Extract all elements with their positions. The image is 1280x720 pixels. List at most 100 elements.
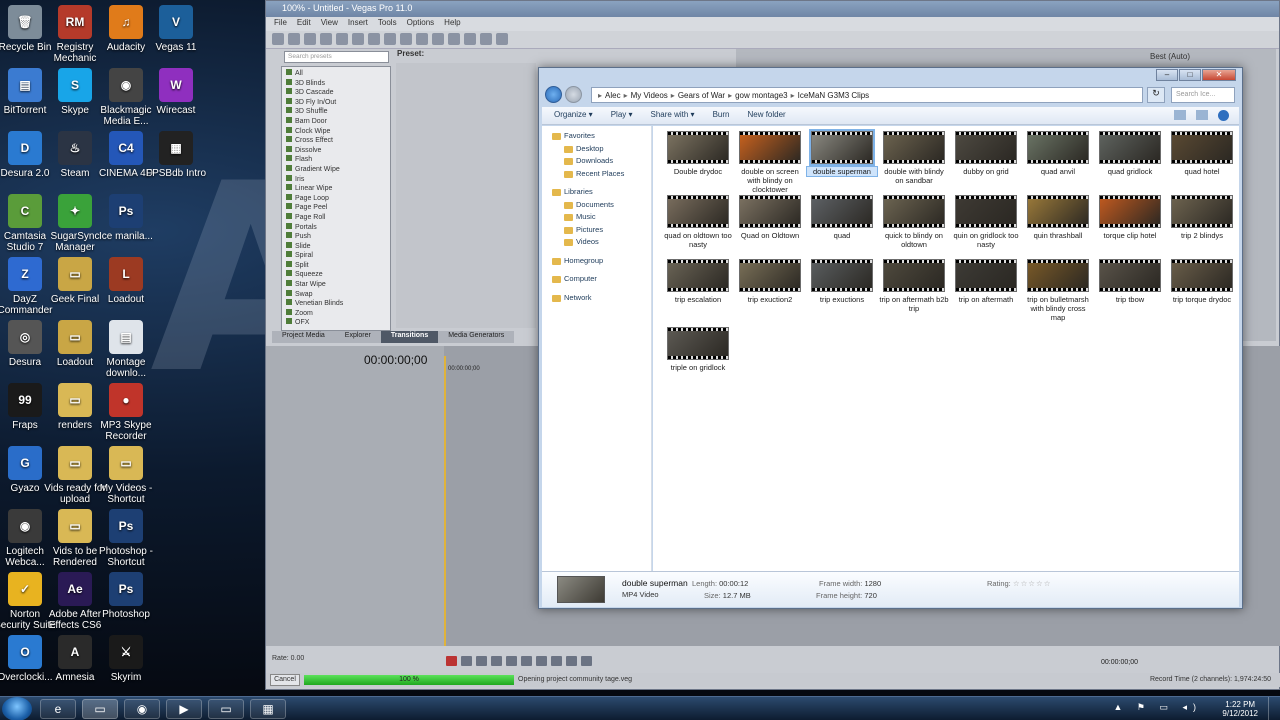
nav-item-favorites[interactable]: Favorites	[542, 130, 651, 143]
desktop-icon[interactable]: Ps Photoshop	[95, 572, 157, 620]
taskbar-media-player-icon[interactable]: ▶	[166, 699, 202, 719]
transition-item[interactable]: Linear Wipe	[286, 184, 386, 194]
zoom-tool-icon[interactable]	[480, 33, 492, 45]
transitions-tree[interactable]: All 3D Blinds 3D Cascade 3D Fly In/Out 3D Sh…	[281, 66, 391, 331]
help-icon[interactable]	[496, 33, 508, 45]
menu-item-tools[interactable]: Tools	[378, 18, 397, 30]
video-file-item[interactable]: torque clip hotel	[1095, 195, 1165, 240]
snap-icon[interactable]	[432, 33, 444, 45]
render-icon[interactable]	[320, 33, 332, 45]
tab-explorer[interactable]: Explorer	[334, 331, 381, 343]
menu-item-view[interactable]: View	[321, 18, 338, 30]
show-desktop-button[interactable]	[1268, 697, 1280, 720]
transition-item[interactable]: Venetian Blinds	[286, 299, 386, 309]
forward-button[interactable]	[565, 86, 582, 103]
clock[interactable]: 1:22 PM 9/12/2012	[1222, 700, 1258, 718]
transition-item[interactable]: OFX	[286, 318, 386, 328]
go-to-start-icon[interactable]	[536, 656, 547, 666]
video-file-item[interactable]: quad gridlock	[1095, 131, 1165, 176]
nav-item-videos[interactable]: Videos	[542, 236, 651, 249]
go-to-end-icon[interactable]	[551, 656, 562, 666]
desktop-icon[interactable]: ⚔ Skyrim	[95, 635, 157, 683]
taskbar-vegas-icon[interactable]: ◉	[124, 699, 160, 719]
transition-item[interactable]: Iris	[286, 174, 386, 185]
undo-icon[interactable]	[400, 33, 412, 45]
desktop-icon[interactable]: L Loadout	[95, 257, 157, 305]
video-file-item[interactable]: quad	[807, 195, 877, 240]
tab-transitions[interactable]: Transitions	[380, 331, 439, 343]
taskbar-explorer-icon[interactable]: ▭	[82, 699, 118, 719]
preview-quality-select[interactable]: Best (Auto)	[1150, 52, 1190, 61]
breadcrumb-item[interactable]: gow montage3	[735, 91, 787, 100]
desktop-icon[interactable]: Ps Ice manila...	[95, 194, 157, 242]
nav-item-pictures[interactable]: Pictures	[542, 224, 651, 237]
loop-icon[interactable]	[461, 656, 472, 666]
menu-item-insert[interactable]: Insert	[348, 18, 368, 30]
transition-item[interactable]: Barn Door	[286, 116, 386, 127]
transition-item[interactable]: 3D Cascade	[286, 88, 386, 98]
maximize-button[interactable]: □	[1179, 69, 1201, 81]
record-icon[interactable]	[446, 656, 457, 666]
close-button[interactable]: ✕	[1202, 69, 1236, 81]
taskbar-folder-icon[interactable]: ▭	[208, 699, 244, 719]
help-icon[interactable]	[1218, 110, 1229, 121]
system-tray[interactable]: ▲ ⚑ ▭ ◂)	[1114, 702, 1203, 713]
desktop-icon[interactable]: Ps Photoshop - Shortcut	[95, 509, 157, 568]
save-icon[interactable]	[304, 33, 316, 45]
transition-item[interactable]: Dissolve	[286, 145, 386, 156]
breadcrumb-item[interactable]: My Videos	[631, 91, 668, 100]
video-file-item[interactable]: double with blindy on sandbar	[879, 131, 949, 185]
redo-icon[interactable]	[416, 33, 428, 45]
transition-item[interactable]: Page Peel	[286, 203, 386, 213]
pause-icon[interactable]	[506, 656, 517, 666]
video-file-item[interactable]: triple on gridlock	[663, 327, 733, 372]
preset-search-input[interactable]: Search presets	[284, 51, 389, 63]
menu-item-help[interactable]: Help	[444, 18, 460, 30]
transition-item[interactable]: Zoom	[286, 308, 386, 319]
video-file-item[interactable]: double on screen with blindy on clocktow…	[735, 131, 805, 194]
menu-item-edit[interactable]: Edit	[297, 18, 311, 30]
breadcrumb[interactable]: ▸ Alec ▸ My Videos ▸ Gears of War ▸ gow montage…	[591, 87, 1143, 103]
preview-pane-icon[interactable]	[1196, 110, 1208, 120]
video-file-item[interactable]: quad anvil	[1023, 131, 1093, 176]
taskbar-ie-icon[interactable]: e	[40, 699, 76, 719]
transition-item[interactable]: Gradient Wipe	[286, 164, 386, 175]
open-icon[interactable]	[288, 33, 300, 45]
video-file-item[interactable]: dubby on grid	[951, 131, 1021, 176]
start-button[interactable]	[2, 697, 32, 720]
transition-item[interactable]: Flash	[286, 155, 386, 165]
transition-item[interactable]: Page Roll	[286, 212, 386, 223]
video-file-item[interactable]: trip tbow	[1095, 259, 1165, 304]
command-new-folder[interactable]: New folder	[747, 110, 785, 121]
edit-tool-icon[interactable]	[464, 33, 476, 45]
transition-item[interactable]: Cross Effect	[286, 136, 386, 146]
transition-item[interactable]: Swap	[286, 289, 386, 300]
stop-icon[interactable]	[521, 656, 532, 666]
transition-item[interactable]: All	[286, 69, 386, 79]
video-file-item[interactable]: trip escalation	[663, 259, 733, 304]
prev-frame-icon[interactable]	[566, 656, 577, 666]
video-file-item[interactable]: quick to blindy on oldtown	[879, 195, 949, 249]
nav-item-homegroup[interactable]: Homegroup	[542, 255, 651, 268]
transition-item[interactable]: Split	[286, 260, 386, 271]
nav-item-computer[interactable]: Computer	[542, 273, 651, 286]
video-file-item[interactable]: quin on gridlock too nasty	[951, 195, 1021, 249]
desktop-icon[interactable]: V Vegas 11	[145, 5, 207, 53]
search-input[interactable]: Search Ice...	[1171, 87, 1235, 103]
menu-item-file[interactable]: File	[274, 18, 287, 30]
video-file-item[interactable]: trip torque drydoc	[1167, 259, 1237, 304]
video-file-item[interactable]: trip on aftermath b2b trip	[879, 259, 949, 313]
transition-item[interactable]: 3D Shuffle	[286, 107, 386, 117]
minimize-button[interactable]: –	[1156, 69, 1178, 81]
desktop-icon[interactable]: ● MP3 Skype Recorder	[95, 383, 157, 442]
transition-item[interactable]: Page Loop	[286, 193, 386, 204]
breadcrumb-item[interactable]: IceMaN G3M3 Clips	[798, 91, 870, 100]
nav-item-documents[interactable]: Documents	[542, 199, 651, 212]
tab-media-generators[interactable]: Media Generators	[438, 331, 515, 343]
command-play[interactable]: Play ▾	[611, 110, 633, 121]
video-file-item[interactable]: quad on oldtown too nasty	[663, 195, 733, 249]
transition-item[interactable]: Portals	[286, 222, 386, 233]
video-file-item[interactable]: trip on bulletmarsh with blindy cross ma…	[1023, 259, 1093, 322]
taskbar-app-icon[interactable]: ▦	[250, 699, 286, 719]
transition-item[interactable]: 3D Fly In/Out	[286, 97, 386, 108]
